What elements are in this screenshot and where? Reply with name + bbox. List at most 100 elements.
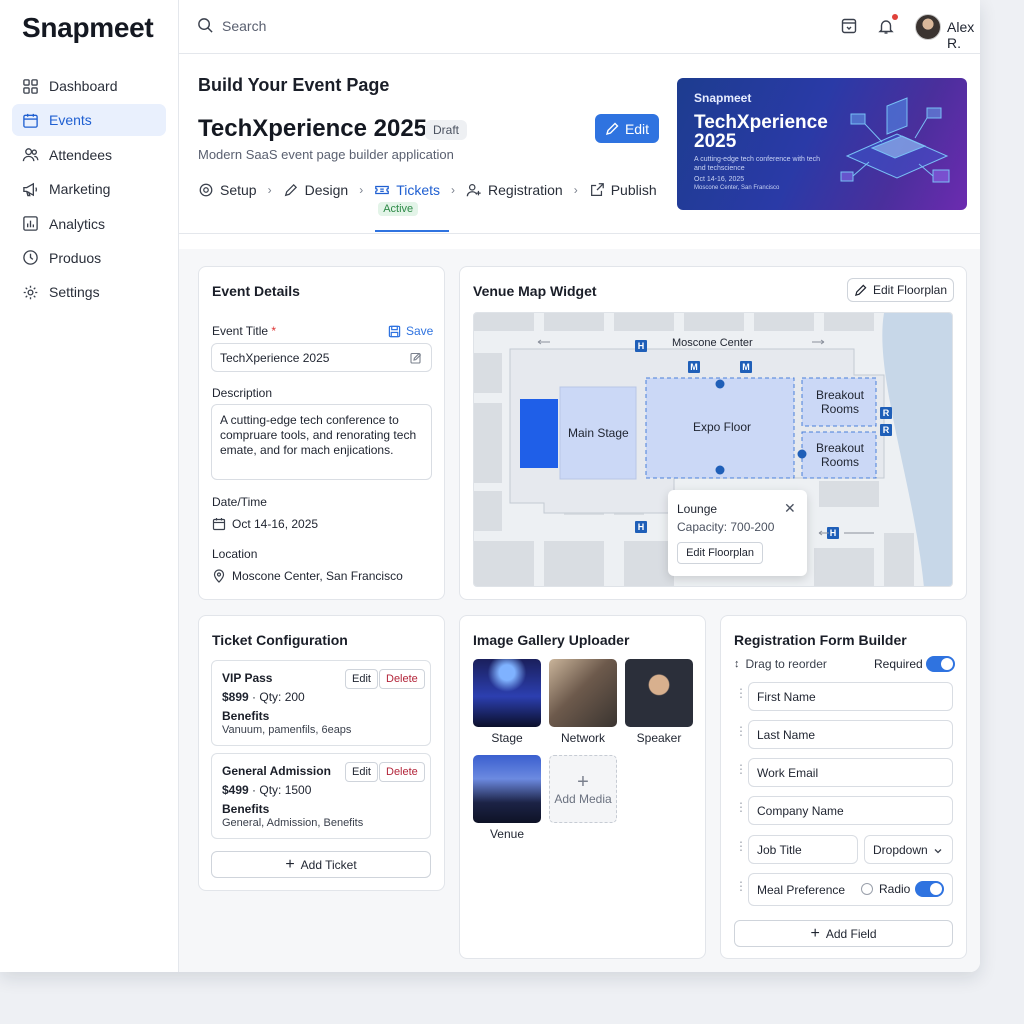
inbox-icon[interactable]	[840, 17, 858, 35]
sidebar-item-products[interactable]: Produos	[12, 242, 166, 274]
drag-handle-icon[interactable]: ⋮⋮	[735, 763, 758, 775]
svg-text:R: R	[883, 425, 890, 435]
step-publish[interactable]: Publish	[589, 182, 657, 198]
plus-icon: +	[810, 924, 820, 942]
button-label: Edit Floorplan	[872, 283, 948, 297]
add-field-button[interactable]: + Add Field	[734, 920, 953, 947]
panel-title: Venue Map Widget	[473, 283, 597, 299]
gallery-image-network[interactable]	[549, 659, 617, 727]
banner-title: TechXperience 2025	[694, 112, 828, 152]
sidebar-item-settings[interactable]: Settings	[12, 276, 166, 308]
ticket-price: $499 · Qty: 1500	[222, 783, 312, 797]
ticket-name: VIP Pass	[222, 671, 273, 685]
edit-floorplan-button[interactable]: Edit Floorplan	[847, 278, 954, 302]
banner-venue: Moscone Center, San Francisco	[694, 185, 780, 191]
sidebar-item-analytics[interactable]: Analytics	[12, 208, 166, 240]
required-toggle[interactable]	[926, 656, 955, 672]
step-tickets[interactable]: Tickets Active	[374, 182, 441, 216]
step-label: Tickets	[396, 182, 441, 198]
datetime-value[interactable]: Oct 14-16, 2025	[212, 517, 318, 531]
close-icon[interactable]: ✕	[784, 500, 796, 517]
edit-ticket-button[interactable]: Edit	[345, 762, 378, 782]
delete-ticket-button[interactable]: Delete	[379, 762, 425, 782]
pencil-icon	[854, 284, 867, 296]
sidebar-item-events[interactable]: Events	[12, 104, 166, 137]
svg-text:H: H	[830, 528, 837, 538]
description-textarea[interactable]: A cutting-edge tech conference to compru…	[211, 404, 432, 480]
field-label: Meal Preference	[757, 882, 846, 897]
save-button[interactable]: Save	[388, 324, 433, 338]
bell-icon[interactable]	[877, 17, 895, 35]
popup-title: Lounge	[677, 502, 718, 516]
add-ticket-button[interactable]: + Add Ticket	[211, 851, 431, 878]
registration-builder-panel: Registration Form Builder ↕ Drag to reor…	[720, 615, 967, 959]
add-media-label: Add Media	[554, 792, 612, 806]
sidebar-item-dashboard[interactable]: Dashboard	[12, 70, 166, 102]
panel-title: Ticket Configuration	[212, 632, 348, 648]
svg-text:H: H	[638, 522, 645, 532]
add-media-button[interactable]: + Add Media	[549, 755, 617, 823]
image-caption: Speaker	[636, 731, 682, 745]
form-field-job-title[interactable]: Job Title	[748, 835, 858, 864]
status-badge: Draft	[425, 120, 468, 140]
step-design[interactable]: Design	[283, 182, 348, 198]
step-label: Registration	[488, 182, 563, 198]
sidebar-item-label: Settings	[49, 284, 100, 301]
plus-icon: +	[285, 855, 295, 873]
sidebar-item-label: Analytics	[49, 215, 106, 232]
ticket-price: $899 · Qty: 200	[222, 690, 305, 704]
user-name[interactable]: Alex R.	[947, 19, 980, 51]
delete-ticket-button[interactable]: Delete	[379, 669, 425, 689]
edit-icon[interactable]	[410, 352, 422, 364]
search-placeholder: Search	[222, 17, 267, 34]
sidebar-item-marketing[interactable]: Marketing	[12, 173, 166, 205]
users-icon	[22, 148, 39, 162]
image-caption: Network	[560, 731, 605, 745]
gallery-image-venue[interactable]	[473, 755, 541, 823]
sidebar-item-label: Dashboard	[49, 78, 118, 94]
banner-date: Oct 14-16, 2025	[694, 176, 745, 183]
chevron-down-icon	[934, 849, 942, 854]
drag-handle-icon[interactable]: ⋮⋮	[735, 801, 758, 813]
form-field-last-name[interactable]: Last Name	[748, 720, 953, 749]
avatar[interactable]	[915, 14, 941, 40]
radio-option[interactable]	[861, 883, 873, 895]
panel-title: Event Details	[212, 283, 300, 299]
street-label: Moscone Center	[672, 337, 753, 349]
zone-breakout-rooms-1[interactable]: Breakout Rooms	[814, 388, 866, 416]
sidebar-item-attendees[interactable]: Attendees	[12, 139, 166, 171]
popup-edit-floorplan-button[interactable]: Edit Floorplan	[677, 542, 763, 564]
form-field-work-email[interactable]: Work Email	[748, 758, 953, 787]
datetime-label: Date/Time	[212, 495, 267, 509]
step-label: Publish	[610, 182, 657, 198]
chevron-right-icon: ›	[451, 183, 456, 197]
gallery-image-speaker[interactable]	[625, 659, 693, 727]
meal-required-toggle[interactable]	[915, 881, 944, 897]
location-value[interactable]: Moscone Center, San Francisco	[212, 569, 403, 583]
svg-text:H: H	[638, 341, 645, 351]
event-banner-preview[interactable]: Snapmeet TechXperience 2025 A cutting-ed…	[677, 78, 967, 210]
form-field-company-name[interactable]: Company Name	[748, 796, 953, 825]
zone-expo-floor[interactable]: Expo Floor	[693, 420, 751, 434]
venue-map[interactable]: H M M RR H H Moscone Center Main Stage Expo …	[473, 312, 953, 587]
app-window: Snapmeet Dashboard Events Attendees Mark…	[0, 0, 980, 972]
benefits-label: Benefits	[222, 709, 270, 723]
event-title-input[interactable]: TechXperience 2025	[211, 343, 432, 372]
gallery-image-stage[interactable]	[473, 659, 541, 727]
field-type-select[interactable]: Dropdown	[864, 835, 953, 864]
search-input[interactable]: Search	[197, 17, 266, 34]
drag-handle-icon[interactable]: ⋮⋮	[735, 725, 758, 737]
drag-handle-icon[interactable]: ⋮⋮	[735, 840, 758, 852]
drag-hint: ↕ Drag to reorder	[734, 657, 827, 671]
drag-handle-icon[interactable]: ⋮⋮	[735, 880, 758, 892]
event-header: Build Your Event Page TechXperience 2025…	[179, 54, 980, 234]
venue-map-panel: Venue Map Widget Edit Floorplan H M M R …	[459, 266, 967, 600]
zone-main-stage[interactable]: Main Stage	[568, 426, 629, 440]
step-registration[interactable]: Registration	[466, 182, 563, 198]
edit-ticket-button[interactable]: Edit	[345, 669, 378, 689]
edit-event-button[interactable]: Edit	[595, 114, 659, 143]
drag-handle-icon[interactable]: ⋮⋮	[735, 687, 758, 699]
form-field-first-name[interactable]: First Name	[748, 682, 953, 711]
step-setup[interactable]: Setup	[198, 182, 257, 198]
zone-breakout-rooms-2[interactable]: Breakout Rooms	[814, 441, 866, 469]
